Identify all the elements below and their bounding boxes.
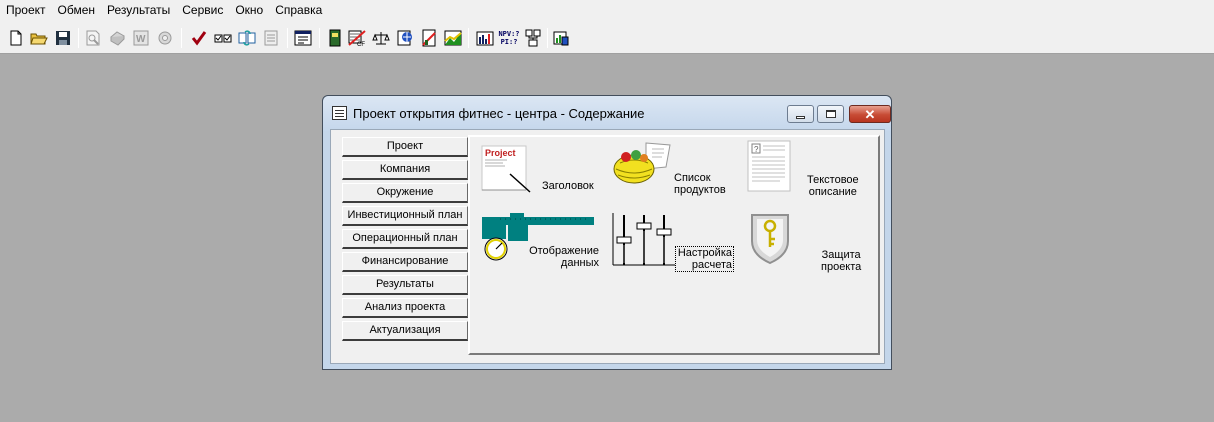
close-button[interactable]: ✕ — [849, 105, 891, 123]
tile-title-label: Заголовок — [542, 180, 594, 192]
word-icon[interactable]: W — [130, 27, 152, 49]
chart-icon[interactable] — [442, 27, 464, 49]
project-icon-text: Project — [485, 148, 516, 158]
tile-project-protection[interactable]: Защита проекта — [748, 211, 878, 273]
minimize-icon — [796, 115, 805, 119]
svg-text:W: W — [136, 34, 146, 45]
preview-icon[interactable] — [82, 27, 104, 49]
window-list-icon — [332, 106, 347, 120]
menu-results[interactable]: Результаты — [101, 0, 176, 20]
section-nav: Проект Компания Окружение Инвестиционный… — [342, 137, 468, 344]
balance-icon[interactable] — [370, 27, 392, 49]
new-icon[interactable] — [5, 27, 27, 49]
tree-icon[interactable] — [522, 27, 544, 49]
content-window: Проект открытия фитнес - центра - Содерж… — [322, 95, 892, 370]
nav-financing[interactable]: Финансирование — [342, 252, 468, 272]
options-icon[interactable] — [154, 27, 176, 49]
table-chart-icon[interactable] — [474, 27, 496, 49]
cashflow-icon[interactable]: CF — [346, 27, 368, 49]
window-title: Проект открытия фитнес - центра - Содерж… — [353, 106, 645, 121]
tile-data-display-label: Отображение данных — [529, 245, 599, 269]
nav-actualization[interactable]: Актуализация — [342, 321, 468, 341]
tile-calc-settings-label: Настройка расчета — [675, 246, 734, 272]
shield-key-icon — [751, 214, 789, 265]
nav-environment[interactable]: Окружение — [342, 183, 468, 203]
tile-project-protection-label: Защита проекта — [821, 249, 862, 273]
form-icon[interactable] — [292, 27, 314, 49]
pi-label: PI:? — [500, 38, 518, 46]
save-icon[interactable] — [52, 27, 74, 49]
text-document-icon: ? — [747, 140, 791, 192]
maximize-icon — [825, 110, 836, 118]
window-client: Проект Компания Окружение Инвестиционный… — [330, 129, 885, 364]
toolbar: W CF NPV:? PI:? — [0, 20, 1214, 54]
text-doc-question: ? — [754, 145, 759, 154]
nav-operational-plan[interactable]: Операционный план — [342, 229, 468, 249]
project-title-icon: Project — [481, 145, 531, 193]
book-icon[interactable] — [324, 27, 346, 49]
open-icon[interactable] — [28, 27, 50, 49]
tile-products-label: Список продуктов — [674, 172, 726, 196]
menu-bar: Проект Обмен Результаты Сервис Окно Спра… — [0, 0, 1214, 20]
export-icon[interactable] — [551, 27, 573, 49]
nav-investment-plan[interactable]: Инвестиционный план — [342, 206, 468, 226]
tile-text-description[interactable]: ? Текстовое описание — [746, 139, 878, 198]
menu-service[interactable]: Сервис — [176, 0, 229, 20]
tile-data-display[interactable]: Отображение данных — [480, 211, 608, 271]
npv-pi-icon[interactable]: NPV:? PI:? — [497, 27, 521, 49]
close-icon: ✕ — [864, 106, 876, 122]
menu-help[interactable]: Справка — [269, 0, 328, 20]
section-content: Project Заголовок Список продуктов ? Тек… — [468, 135, 880, 355]
tile-products[interactable]: Список продуктов — [610, 139, 740, 197]
menu-window[interactable]: Окно — [229, 0, 269, 20]
window-titlebar[interactable]: Проект открытия фитнес - центра - Содерж… — [323, 96, 891, 131]
sliders-icon — [612, 213, 675, 266]
tile-title[interactable]: Project Заголовок — [480, 144, 600, 200]
globe-icon[interactable] — [394, 27, 416, 49]
tile-text-description-label: Текстовое описание — [807, 174, 859, 198]
svg-text:CF: CF — [357, 42, 365, 47]
check-icon[interactable] — [188, 27, 210, 49]
basket-icon — [613, 142, 671, 184]
checklist-icon[interactable] — [212, 27, 234, 49]
nav-results[interactable]: Результаты — [342, 275, 468, 295]
report-icon[interactable] — [418, 27, 440, 49]
maximize-button[interactable] — [817, 105, 844, 123]
nav-project-analysis[interactable]: Анализ проекта — [342, 298, 468, 318]
print-icon[interactable] — [106, 27, 128, 49]
nav-project[interactable]: Проект — [342, 137, 468, 157]
menu-project[interactable]: Проект — [0, 0, 52, 20]
refresh-icon[interactable] — [236, 27, 258, 49]
tile-calc-settings[interactable]: Настройка расчета — [612, 211, 738, 272]
notes-icon[interactable] — [260, 27, 282, 49]
minimize-button[interactable] — [787, 105, 814, 123]
npv-label: NPV:? — [498, 30, 520, 38]
menu-exchange[interactable]: Обмен — [52, 0, 102, 20]
nav-company[interactable]: Компания — [342, 160, 468, 180]
